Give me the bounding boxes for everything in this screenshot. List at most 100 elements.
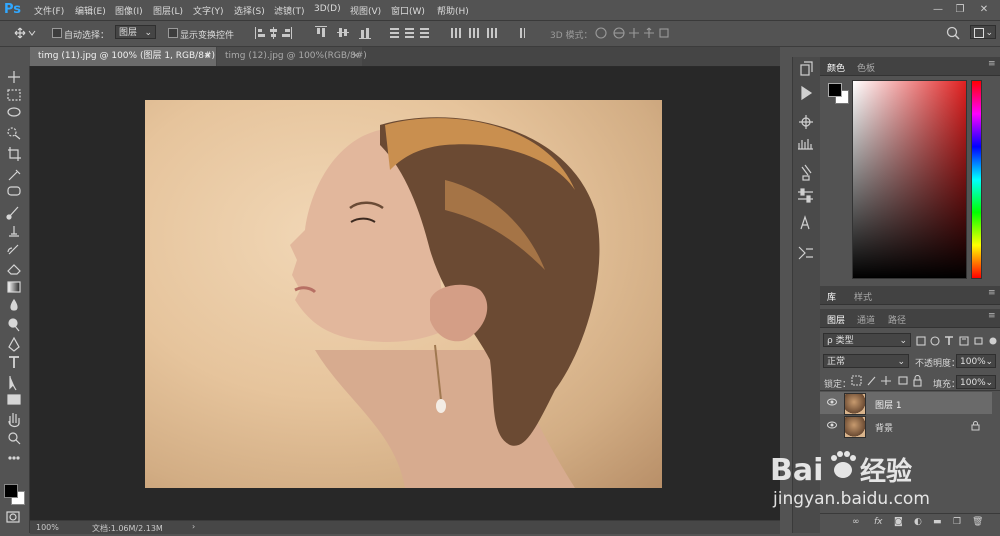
lasso-tool-icon bbox=[7, 107, 21, 117]
portrait-photo bbox=[290, 117, 600, 488]
menu-type[interactable]: 文字(Y) bbox=[193, 4, 224, 17]
status-menu-arrow[interactable]: › bbox=[192, 522, 195, 531]
new-layer-icon[interactable]: ❐ bbox=[953, 517, 961, 527]
tab-timg-11[interactable]: timg (11).jpg @ 100% (图层 1, RGB/8#) * × bbox=[30, 47, 222, 66]
workspace-icon bbox=[974, 28, 984, 38]
menu-view[interactable]: 视图(V) bbox=[350, 4, 381, 17]
layer-name[interactable]: 背景 bbox=[875, 421, 893, 434]
baidu-logo: Bai 经验 jingyan.baidu.com bbox=[770, 451, 930, 509]
menu-select[interactable]: 选择(S) bbox=[234, 4, 265, 17]
menu-edit[interactable]: 编辑(E) bbox=[75, 4, 106, 17]
restore-button[interactable]: ❐ bbox=[948, 2, 972, 17]
lock-label: 锁定： bbox=[824, 380, 852, 390]
menu-layer[interactable]: 图层(L) bbox=[153, 4, 183, 17]
lock-icons[interactable] bbox=[851, 375, 923, 387]
photoshop-logo: Ps bbox=[4, 2, 22, 17]
panel-menu-icon[interactable]: ≡ bbox=[988, 288, 996, 298]
tab-styles[interactable]: 样式 bbox=[854, 290, 872, 303]
library-panel-tabs: 库 样式 ≡ bbox=[820, 286, 1000, 305]
minimize-button[interactable]: — bbox=[926, 2, 950, 17]
menu-bar: Ps 文件(F) 编辑(E) 图像(I) 图层(L) 文字(Y) 选择(S) 滤… bbox=[0, 0, 1000, 21]
menu-image[interactable]: 图像(I) bbox=[115, 4, 143, 17]
link-icon[interactable]: ∞ bbox=[852, 517, 860, 527]
show-transform-label: 显示变换控件 bbox=[180, 31, 235, 41]
close-icon[interactable]: × bbox=[204, 47, 212, 66]
rectangle-tool-icon bbox=[7, 394, 21, 405]
gradient-tool-icon bbox=[7, 281, 21, 293]
search-icon[interactable] bbox=[946, 26, 960, 40]
move-tool-icon[interactable] bbox=[14, 27, 36, 39]
opacity-input[interactable]: 100% ⌄ bbox=[956, 354, 996, 368]
tab-channels[interactable]: 通道 bbox=[857, 313, 875, 326]
panel-menu-icon[interactable]: ≡ bbox=[988, 59, 996, 69]
status-bar: 100% 文档:1.06M/2.13M › bbox=[30, 520, 780, 534]
tab-library[interactable]: 库 bbox=[827, 290, 836, 303]
pen-tool-icon bbox=[8, 336, 20, 352]
document-tab-bar: timg (11).jpg @ 100% (图层 1, RGB/8#) * × … bbox=[30, 47, 780, 67]
eye-icon[interactable] bbox=[827, 398, 837, 406]
auto-select-label: 自动选择： bbox=[64, 31, 110, 41]
eyedropper-tool-icon bbox=[8, 169, 21, 181]
quick-mask-icon bbox=[6, 511, 20, 523]
menu-window[interactable]: 窗口(W) bbox=[391, 4, 425, 17]
paw-icon bbox=[831, 451, 856, 478]
3d-mode-icons[interactable] bbox=[594, 26, 674, 40]
layer-row-layer1[interactable]: 图层 1 bbox=[820, 392, 992, 415]
mask-icon[interactable]: ◙ bbox=[894, 517, 903, 527]
close-button[interactable]: ✕ bbox=[972, 2, 996, 17]
workspace-switcher[interactable]: ⌄ bbox=[970, 25, 996, 39]
menu-3d[interactable]: 3D(D) bbox=[314, 4, 341, 14]
document-canvas-image[interactable] bbox=[145, 100, 662, 488]
layers-bottom-bar: ∞ fx ◙ ◐ ▬ ❐ 🗑 bbox=[820, 513, 1000, 534]
chevron-down-icon: ⌄ bbox=[899, 336, 907, 346]
svg-text:经验: 经验 bbox=[860, 456, 912, 487]
layer-filter-label: ρ 类型 bbox=[827, 336, 854, 346]
align-distribute-icons[interactable] bbox=[255, 26, 525, 40]
histogram-icon bbox=[798, 139, 813, 150]
character-icon bbox=[800, 215, 810, 230]
layer-thumbnail bbox=[844, 416, 866, 438]
svg-text:jingyan.baidu.com: jingyan.baidu.com bbox=[772, 489, 930, 509]
blend-mode-dropdown[interactable]: 正常 ⌄ bbox=[823, 354, 909, 368]
divider bbox=[820, 390, 1000, 391]
menu-filter[interactable]: 滤镜(T) bbox=[274, 4, 305, 17]
sliders-icon bbox=[798, 188, 813, 203]
menu-file[interactable]: 文件(F) bbox=[34, 4, 64, 17]
layer-filter-dropdown[interactable]: ρ 类型 ⌄ bbox=[823, 333, 911, 347]
layer-row-background[interactable]: 背景 bbox=[820, 415, 992, 438]
fx-icon[interactable]: fx bbox=[874, 517, 883, 527]
tab-paths[interactable]: 路径 bbox=[888, 313, 906, 326]
quick-select-tool-icon bbox=[7, 127, 21, 140]
healing-brush-tool-icon bbox=[7, 186, 21, 196]
tool-icons bbox=[6, 71, 21, 523]
opacity-value: 100% bbox=[960, 357, 986, 367]
chevron-down-icon: ⌄ bbox=[985, 28, 993, 38]
eye-icon[interactable] bbox=[827, 421, 837, 429]
brush-settings-icon bbox=[801, 164, 812, 181]
layer-filter-icons[interactable] bbox=[916, 335, 998, 347]
zoom-level[interactable]: 100% bbox=[36, 523, 59, 532]
auto-select-checkbox[interactable] bbox=[52, 28, 62, 38]
tab-timg-12[interactable]: timg (12).jpg @ 100%(RGB/8#) × bbox=[217, 47, 367, 66]
adjustment-icon[interactable]: ◐ bbox=[914, 517, 922, 527]
fill-input[interactable]: 100% ⌄ bbox=[956, 375, 996, 389]
hue-slider[interactable] bbox=[971, 80, 982, 279]
show-transform-checkbox[interactable] bbox=[168, 28, 178, 38]
tab-layers[interactable]: 图层 bbox=[827, 313, 845, 326]
close-icon[interactable]: × bbox=[352, 47, 360, 66]
trash-icon[interactable]: 🗑 bbox=[972, 517, 983, 527]
auto-select-dropdown[interactable]: 图层 ⌄ bbox=[115, 25, 156, 39]
opacity-label: 不透明度： bbox=[915, 359, 961, 369]
tab-color[interactable]: 颜色 bbox=[827, 61, 845, 74]
layer-name[interactable]: 图层 1 bbox=[875, 398, 902, 411]
group-icon[interactable]: ▬ bbox=[933, 517, 942, 527]
foreground-color-swatch-top bbox=[4, 484, 18, 498]
chevron-down-icon: ⌄ bbox=[985, 357, 993, 367]
color-picker-field[interactable] bbox=[852, 80, 967, 279]
tab-swatches[interactable]: 色板 bbox=[857, 61, 875, 74]
menu-help[interactable]: 帮助(H) bbox=[437, 4, 469, 17]
color-panel-tabs: 颜色 色板 ≡ bbox=[820, 57, 1000, 76]
history-brush-tool-icon bbox=[7, 244, 19, 255]
panel-menu-icon[interactable]: ≡ bbox=[988, 311, 996, 321]
foreground-color-chip[interactable] bbox=[828, 83, 842, 97]
